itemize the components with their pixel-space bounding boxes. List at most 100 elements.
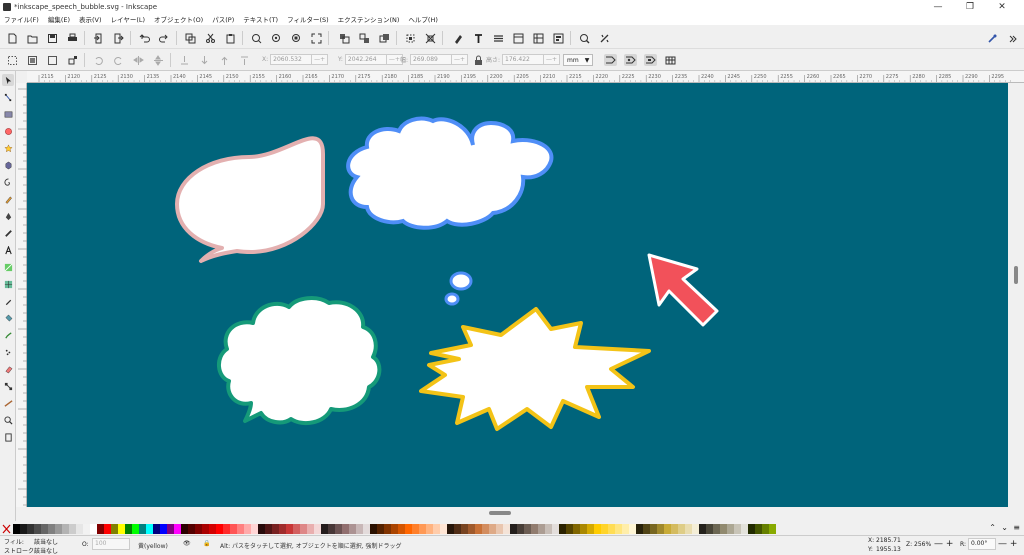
color-swatch[interactable] xyxy=(118,523,125,534)
menu-help[interactable]: ヘルプ(H) xyxy=(408,14,437,24)
node-align-icon[interactable] xyxy=(404,32,417,44)
color-swatch[interactable] xyxy=(587,523,594,534)
color-swatch[interactable] xyxy=(629,523,636,534)
green-speech-bubble[interactable] xyxy=(217,296,382,426)
color-swatch[interactable] xyxy=(573,523,580,534)
red-pointer-arrow[interactable] xyxy=(647,253,719,327)
color-swatch[interactable] xyxy=(678,523,685,534)
color-swatch[interactable] xyxy=(20,523,27,534)
color-swatch[interactable] xyxy=(90,523,97,534)
3d-box-tool-icon[interactable] xyxy=(2,159,14,171)
zoom-tool-icon[interactable] xyxy=(2,414,14,426)
color-swatch[interactable] xyxy=(545,523,552,534)
color-swatch[interactable] xyxy=(482,523,489,534)
zoom-drawing-icon[interactable] xyxy=(270,32,283,44)
spray-tool-icon[interactable] xyxy=(2,346,14,358)
color-swatch[interactable] xyxy=(720,523,727,534)
color-swatch[interactable] xyxy=(524,523,531,534)
palette-scroll-up-icon[interactable]: ⌃ xyxy=(989,523,996,532)
measure-tool-icon[interactable] xyxy=(2,397,14,409)
align-dialog-icon[interactable] xyxy=(552,32,565,44)
color-swatch[interactable] xyxy=(734,523,741,534)
rotate-cw-icon[interactable] xyxy=(112,54,125,66)
color-swatch[interactable] xyxy=(685,523,692,534)
mesh-tool-icon[interactable] xyxy=(2,278,14,290)
color-swatch[interactable] xyxy=(216,523,223,534)
thought-dot-large[interactable] xyxy=(449,271,473,291)
lock-ratio-icon[interactable] xyxy=(472,54,485,66)
gradient-tool-icon[interactable] xyxy=(2,261,14,273)
menu-file[interactable]: ファイル(F) xyxy=(4,14,39,24)
menu-edit[interactable]: 編集(E) xyxy=(48,14,70,24)
layers-icon[interactable] xyxy=(492,32,505,44)
color-swatch[interactable] xyxy=(412,523,419,534)
pencil-tool-icon[interactable] xyxy=(2,193,14,205)
menu-filters[interactable]: フィルター(S) xyxy=(287,14,329,24)
color-swatch[interactable] xyxy=(97,523,104,534)
blue-thought-bubble[interactable] xyxy=(346,116,554,230)
touch-select-icon[interactable] xyxy=(66,54,79,66)
redo-icon[interactable] xyxy=(158,32,171,44)
color-swatch[interactable] xyxy=(34,523,41,534)
current-layer[interactable]: 黄(yellow) xyxy=(138,541,168,550)
color-swatch[interactable] xyxy=(195,523,202,534)
scale-stroke-icon[interactable] xyxy=(604,54,617,66)
color-swatch[interactable] xyxy=(440,523,447,534)
color-swatch[interactable] xyxy=(503,523,510,534)
rectangle-tool-icon[interactable] xyxy=(2,108,14,120)
color-swatch[interactable] xyxy=(538,523,545,534)
color-swatch[interactable] xyxy=(391,523,398,534)
drawing-canvas[interactable] xyxy=(27,83,1008,507)
color-swatch[interactable] xyxy=(643,523,650,534)
rotate-input[interactable]: 0.00° xyxy=(968,538,996,550)
color-swatch[interactable] xyxy=(55,523,62,534)
color-swatch[interactable] xyxy=(286,523,293,534)
color-swatch[interactable] xyxy=(594,523,601,534)
color-swatch[interactable] xyxy=(230,523,237,534)
eraser-tool-icon[interactable] xyxy=(2,363,14,375)
visibility-eye-icon[interactable]: 👁 xyxy=(183,540,191,547)
zoom-value[interactable]: 256% xyxy=(914,541,931,548)
color-swatch[interactable] xyxy=(615,523,622,534)
color-swatch[interactable] xyxy=(202,523,209,534)
color-swatch[interactable] xyxy=(342,523,349,534)
color-swatch[interactable] xyxy=(13,523,20,534)
selector-tool-icon[interactable] xyxy=(2,74,14,86)
color-swatch[interactable] xyxy=(83,523,90,534)
width-input[interactable]: 269.089 xyxy=(410,54,453,65)
text-font-icon[interactable] xyxy=(472,32,485,44)
color-swatch[interactable] xyxy=(76,523,83,534)
color-swatch[interactable] xyxy=(454,523,461,534)
color-swatch[interactable] xyxy=(622,523,629,534)
color-swatch[interactable] xyxy=(321,523,328,534)
color-swatch[interactable] xyxy=(433,523,440,534)
group-icon[interactable] xyxy=(338,32,351,44)
color-swatch[interactable] xyxy=(139,523,146,534)
pen-tool-icon[interactable] xyxy=(2,210,14,222)
color-swatch[interactable] xyxy=(552,523,559,534)
vertical-scroll-thumb[interactable] xyxy=(1014,266,1018,284)
color-swatch[interactable] xyxy=(608,523,615,534)
document-properties-icon[interactable] xyxy=(598,32,611,44)
rotate-stepper[interactable]: — + xyxy=(998,539,1017,549)
color-swatch[interactable] xyxy=(111,523,118,534)
color-swatch[interactable] xyxy=(279,523,286,534)
color-swatch[interactable] xyxy=(517,523,524,534)
ungroup-icon[interactable] xyxy=(358,32,371,44)
color-swatch[interactable] xyxy=(104,523,111,534)
select-all-icon[interactable] xyxy=(6,54,19,66)
color-swatch[interactable] xyxy=(62,523,69,534)
lock-icon[interactable]: 🔒 xyxy=(203,540,210,547)
raise-top-icon[interactable] xyxy=(238,54,251,66)
color-swatch[interactable] xyxy=(181,523,188,534)
palette-menu-icon[interactable]: ≡ xyxy=(1013,523,1020,532)
spiral-tool-icon[interactable] xyxy=(2,176,14,188)
height-input[interactable]: 176.422 xyxy=(502,54,545,65)
color-swatch[interactable] xyxy=(657,523,664,534)
width-stepper[interactable]: —+ xyxy=(452,54,469,65)
ellipse-tool-icon[interactable] xyxy=(2,125,14,137)
open-folder-icon[interactable] xyxy=(26,32,39,44)
dropper-tool-icon[interactable] xyxy=(2,295,14,307)
horizontal-scrollbar[interactable] xyxy=(27,507,1008,519)
horizontal-scroll-thumb[interactable] xyxy=(489,511,511,515)
